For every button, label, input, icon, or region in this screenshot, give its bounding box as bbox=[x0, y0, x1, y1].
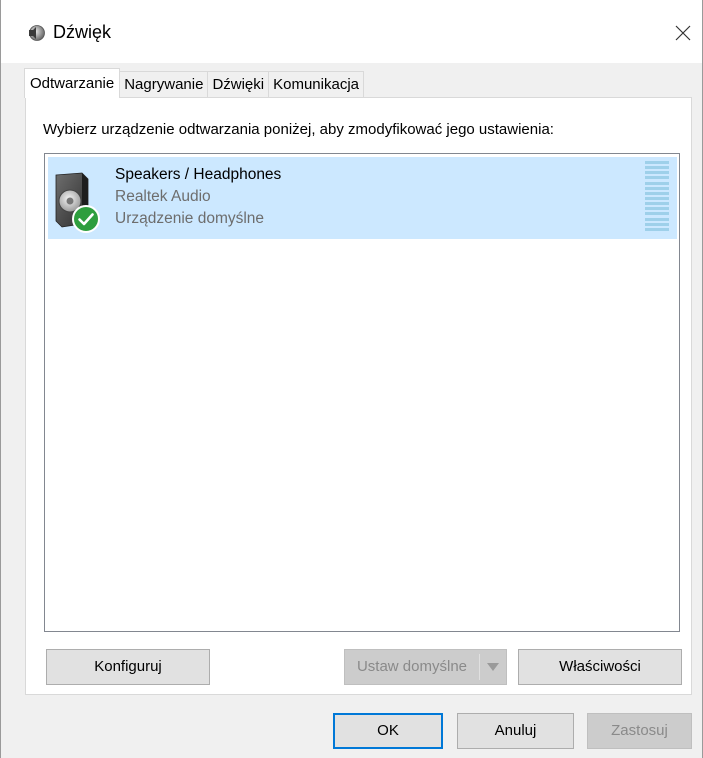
device-list[interactable]: Speakers / Headphones Realtek Audio Urzą… bbox=[44, 153, 680, 632]
tab-communications[interactable]: Komunikacja bbox=[268, 71, 365, 97]
list-item[interactable]: Speakers / Headphones Realtek Audio Urzą… bbox=[48, 157, 677, 239]
cancel-button[interactable]: Anuluj bbox=[457, 713, 574, 749]
playback-panel: Wybierz urządzenie odtwarzania poniżej, … bbox=[25, 97, 692, 695]
level-meter bbox=[645, 161, 669, 231]
device-status: Urządzenie domyślne bbox=[115, 210, 265, 227]
window-title: Dźwięk bbox=[53, 22, 112, 42]
set-default-dropdown[interactable] bbox=[480, 650, 506, 684]
ok-button[interactable]: OK bbox=[333, 713, 443, 749]
speaker-icon bbox=[29, 25, 45, 41]
sound-dialog: Dźwięk Odtwarzanie Nagrywanie Dźwięki Ko… bbox=[0, 0, 703, 758]
configure-button[interactable]: Konfiguruj bbox=[46, 649, 210, 685]
tab-playback[interactable]: Odtwarzanie bbox=[24, 68, 121, 98]
set-default-label[interactable]: Ustaw domyślne bbox=[345, 650, 479, 684]
device-name: Speakers / Headphones bbox=[115, 166, 282, 183]
close-button[interactable] bbox=[665, 16, 701, 50]
chevron-down-icon bbox=[487, 663, 499, 671]
title-bar[interactable]: Dźwięk bbox=[1, 0, 702, 63]
instruction-text: Wybierz urządzenie odtwarzania poniżej, … bbox=[43, 121, 554, 138]
tab-recording[interactable]: Nagrywanie bbox=[119, 71, 209, 97]
apply-button[interactable]: Zastosuj bbox=[587, 713, 692, 749]
tab-sounds[interactable]: Dźwięki bbox=[207, 71, 270, 97]
default-checkmark-icon bbox=[72, 205, 100, 233]
set-default-button[interactable]: Ustaw domyślne bbox=[344, 649, 507, 685]
close-icon bbox=[675, 25, 691, 41]
device-driver: Realtek Audio bbox=[115, 188, 211, 205]
properties-button[interactable]: Właściwości bbox=[518, 649, 682, 685]
tab-strip: Odtwarzanie Nagrywanie Dźwięki Komunikac… bbox=[24, 68, 365, 98]
